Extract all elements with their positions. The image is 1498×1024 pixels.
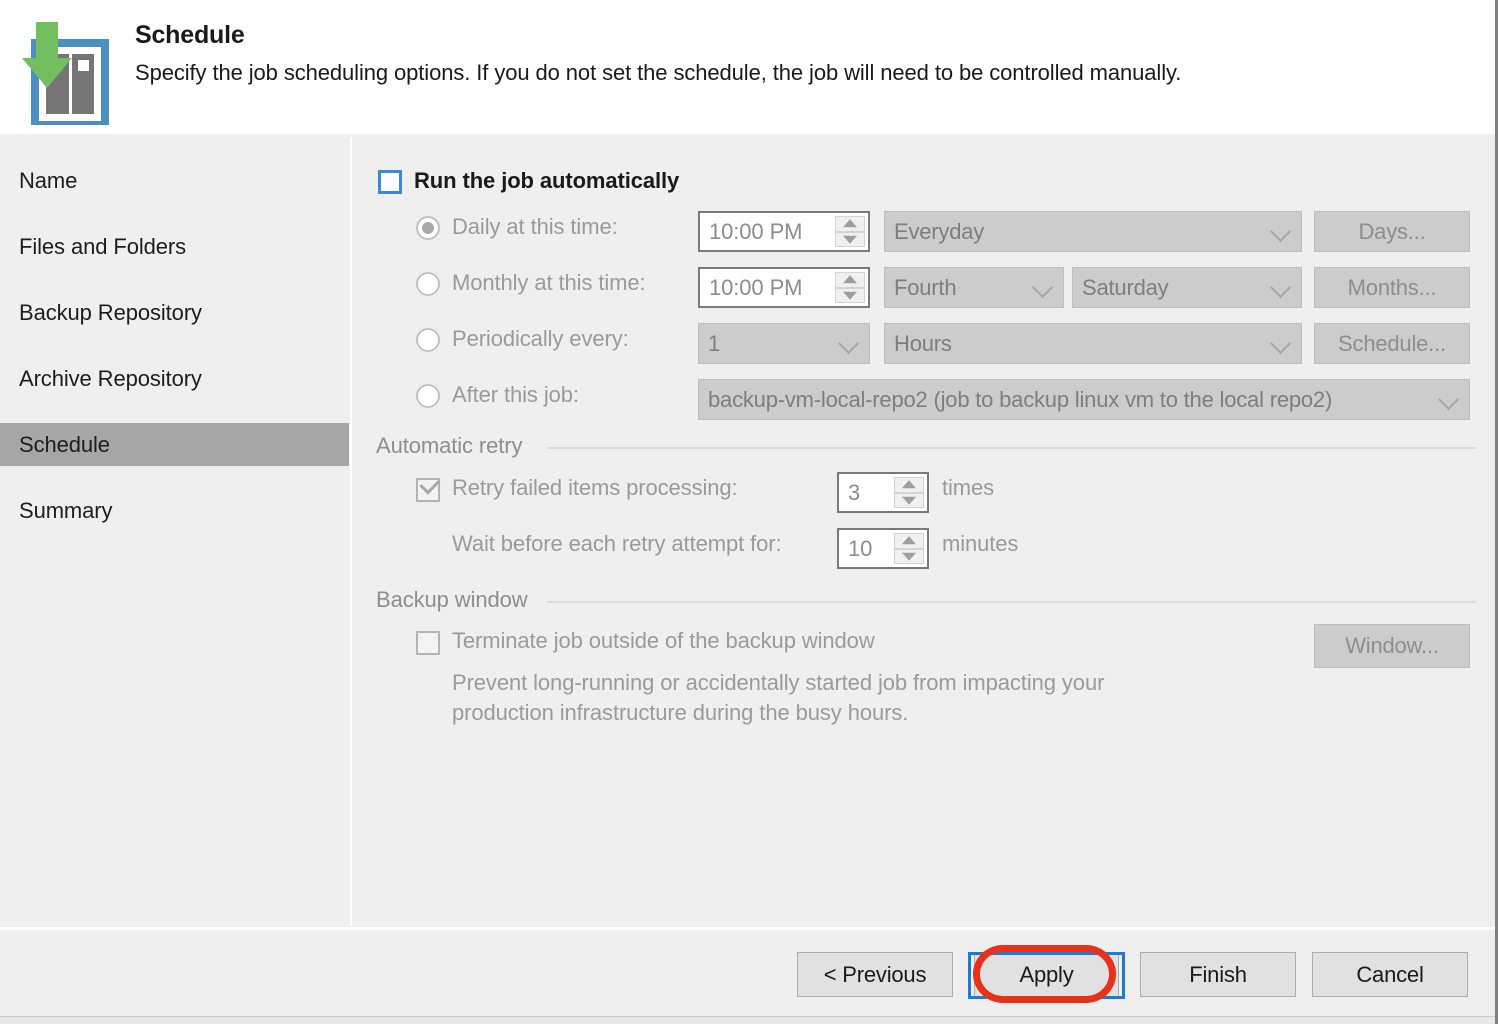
monthly-time-spinner-up[interactable] [835,272,865,288]
retry-times-unit-label: times [942,475,995,500]
retry-failed-items-label: Retry failed items processing: [452,475,738,500]
previous-button[interactable]: < Previous [797,952,953,997]
chevron-down-icon [1269,276,1292,298]
periodically-interval-dropdown[interactable]: 1 [698,323,870,364]
months-button[interactable]: Months... [1314,267,1470,308]
dialog-header: Schedule Specify the job scheduling opti… [0,0,1495,134]
automatic-retry-group-label: Automatic retry [376,433,533,459]
caret-down-icon [843,292,857,301]
days-button[interactable]: Days... [1314,211,1470,252]
monthly-week-value: Fourth [894,274,957,300]
backup-window-description: Prevent long-running or accidentally sta… [452,668,1104,728]
periodically-label: Periodically every: [452,326,629,351]
chevron-down-icon [1269,220,1292,242]
wait-minutes-value: 10 [848,535,873,561]
chevron-down-icon [1269,332,1292,354]
monthly-day-dropdown[interactable]: Saturday [1072,267,1302,308]
backup-window-description-line1: Prevent long-running or accidentally sta… [452,670,1105,695]
retry-times-spinner-up[interactable] [894,477,924,493]
caret-up-icon [902,535,916,544]
schedule-wizard-dialog: Schedule Specify the job scheduling opti… [0,0,1498,1024]
chevron-down-icon [837,332,860,354]
retry-times-field[interactable]: 3 [837,472,929,513]
periodically-unit-dropdown[interactable]: Hours [884,323,1302,364]
sidebar-item-files-and-folders[interactable]: Files and Folders [0,225,349,268]
after-this-job-radio[interactable] [416,384,440,408]
daily-time-field[interactable]: 10:00 PM [698,211,870,252]
wait-minutes-spinner-down[interactable] [894,548,924,564]
monthly-radio[interactable] [416,272,440,296]
monthly-label: Monthly at this time: [452,270,646,295]
retry-times-value: 3 [848,479,861,505]
caret-down-icon [902,553,916,562]
periodically-radio[interactable] [416,328,440,352]
retry-failed-items-checkbox[interactable] [416,473,441,502]
periodically-unit-value: Hours [894,330,952,356]
after-this-job-label: After this job: [452,382,579,407]
daily-time-spinner[interactable] [835,216,865,247]
wait-before-retry-label: Wait before each retry attempt for: [452,531,782,556]
monthly-time-spinner[interactable] [835,272,865,303]
sidebar-item-backup-repository[interactable]: Backup Repository [0,291,349,334]
monthly-time-spinner-down[interactable] [835,287,865,303]
daily-frequency-value: Everyday [894,218,985,244]
sidebar-item-summary[interactable]: Summary [0,489,349,532]
run-automatically-checkbox[interactable] [378,170,402,194]
header-text-block: Schedule Specify the job scheduling opti… [135,20,1465,87]
window-bottom-edge [0,1016,1495,1024]
dialog-footer: < Previous Apply Finish Cancel [0,930,1495,1021]
checkmark-icon [419,473,441,495]
daily-label: Daily at this time: [452,214,618,239]
wait-minutes-spinner[interactable] [894,533,924,564]
caret-up-icon [843,274,857,283]
wizard-step-nav: Name Files and Folders Backup Repository… [0,137,349,926]
wait-minutes-field[interactable]: 10 [837,528,929,569]
caret-up-icon [843,218,857,227]
run-automatically-label: Run the job automatically [414,168,680,193]
automatic-retry-group-line [547,447,1476,449]
daily-radio[interactable] [416,216,440,240]
monthly-day-value: Saturday [1082,274,1169,300]
wait-minutes-unit-label: minutes [942,531,1019,556]
sidebar-item-archive-repository[interactable]: Archive Repository [0,357,349,400]
daily-time-spinner-down[interactable] [835,231,865,247]
terminate-job-checkbox[interactable] [416,631,440,655]
after-this-job-value: backup-vm-local-repo2 (job to backup lin… [708,386,1333,412]
chevron-down-icon [1437,388,1460,410]
retry-times-spinner[interactable] [894,477,924,508]
monthly-time-field[interactable]: 10:00 PM [698,267,870,308]
monthly-week-dropdown[interactable]: Fourth [884,267,1064,308]
periodically-interval-value: 1 [708,330,721,356]
sidebar-item-schedule[interactable]: Schedule [0,423,349,466]
terminate-job-label: Terminate job outside of the backup wind… [452,628,875,653]
backup-window-description-line2: production infrastructure during the bus… [452,700,909,725]
wait-minutes-spinner-up[interactable] [894,533,924,549]
monthly-time-value: 10:00 PM [709,274,803,300]
retry-times-spinner-down[interactable] [894,492,924,508]
schedule-button[interactable]: Schedule... [1314,323,1470,364]
daily-time-value: 10:00 PM [709,218,803,244]
window-button[interactable]: Window... [1314,624,1470,668]
cancel-button[interactable]: Cancel [1312,952,1468,997]
chevron-down-icon [1031,276,1054,298]
backup-window-group-line [547,601,1476,603]
after-this-job-dropdown[interactable]: backup-vm-local-repo2 (job to backup lin… [698,379,1470,420]
page-subtitle: Specify the job scheduling options. If y… [135,60,1182,85]
daily-radio-dot [422,222,434,234]
daily-frequency-dropdown[interactable]: Everyday [884,211,1302,252]
backup-window-group-label: Backup window [376,587,538,613]
apply-button-focus-ring [968,952,1125,999]
caret-up-icon [902,479,916,488]
page-title: Schedule [135,21,245,49]
sidebar-item-name[interactable]: Name [0,159,349,202]
finish-button[interactable]: Finish [1140,952,1296,997]
schedule-options-pane: Run the job automatically Daily at this … [352,137,1495,926]
backup-schedule-icon [8,20,113,129]
daily-time-spinner-up[interactable] [835,216,865,232]
caret-down-icon [902,497,916,506]
caret-down-icon [843,236,857,245]
